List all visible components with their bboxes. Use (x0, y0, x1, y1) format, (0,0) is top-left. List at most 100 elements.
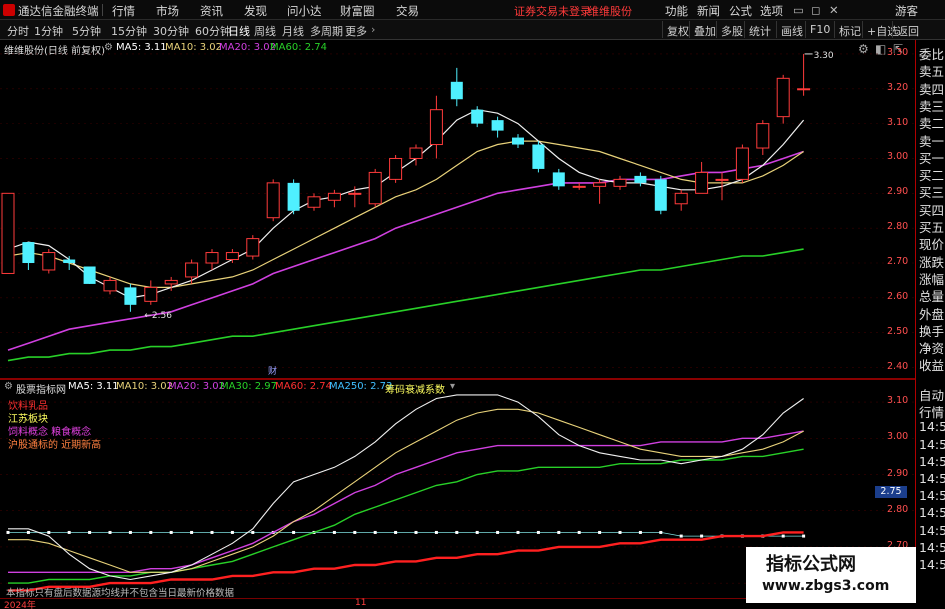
period-5min[interactable]: 5分钟 (72, 23, 101, 39)
candle (368, 168, 382, 208)
period-more[interactable]: 更多 (345, 23, 367, 39)
draw-line-button[interactable]: 画线 (776, 21, 807, 38)
decay-dot (373, 530, 377, 534)
candle-body-down (124, 287, 137, 305)
menu-item-formula[interactable]: 公式 (729, 3, 752, 19)
decay-dot (210, 530, 214, 534)
menu-item-quotes[interactable]: 行情 (112, 3, 135, 19)
mark-button[interactable]: 标记 (834, 21, 865, 38)
period-15min[interactable]: 15分钟 (111, 23, 147, 39)
decay-dot (414, 530, 418, 534)
minimize-icon[interactable]: ▭ (793, 3, 804, 17)
current-value-box: 2.75 (875, 486, 907, 498)
statistics-button[interactable]: 统计 (744, 21, 775, 38)
candle-body-up (368, 171, 382, 205)
candle-body-up (164, 279, 178, 285)
candle-body-up (572, 185, 586, 188)
login-warning[interactable]: 证券交易未登录 (514, 3, 591, 19)
candle (512, 134, 524, 149)
candle-body-up (266, 182, 280, 219)
candle (634, 172, 647, 187)
tick-time-label: 14:5 (919, 557, 945, 572)
quote-field-label: 卖三 (919, 98, 945, 114)
quote-field-label: 净资 (919, 341, 945, 357)
candle-body-up (735, 147, 749, 180)
candle (83, 266, 96, 284)
more-dropdown-icon[interactable]: › (371, 23, 375, 36)
period-60min[interactable]: 60分钟 (195, 23, 231, 39)
watermark-badge: 指标公式网 www.zbgs3.com (746, 547, 916, 603)
candle (532, 141, 545, 173)
date-year-label: 2024年 (4, 601, 36, 609)
period-30min[interactable]: 30分钟 (153, 23, 189, 39)
back-button[interactable]: 返回 (892, 21, 923, 38)
candle-body-down (471, 109, 484, 124)
ind-ma30-line (8, 448, 804, 584)
menu-item-options[interactable]: 选项 (760, 3, 783, 19)
candle (63, 256, 76, 270)
candle-body-up (225, 252, 239, 261)
ma60-line (7, 248, 804, 362)
candle (287, 179, 300, 215)
candle (429, 95, 443, 159)
period-monthly[interactable]: 月线 (282, 23, 304, 39)
quote-field-label: 买三 (919, 185, 945, 201)
indicator-notice: 本指标只有盘后数据源均线并不包含当日最新价格数据 (6, 588, 235, 599)
period-1min[interactable]: 1分钟 (34, 23, 63, 39)
menu-item-discover[interactable]: 发现 (244, 3, 267, 19)
candle (22, 242, 35, 270)
period-intraday[interactable]: 分时 (7, 23, 29, 39)
candle (491, 116, 504, 138)
menu-item-wealth[interactable]: 财富圈 (340, 3, 375, 19)
candle-body-up (348, 192, 362, 195)
candle-body-down (512, 137, 524, 145)
candle-body-up (1, 192, 15, 274)
candle (205, 249, 219, 270)
decay-dot (557, 530, 561, 534)
multi-stock-button[interactable]: 多股 (716, 21, 747, 38)
guest-login[interactable]: 游客 (895, 3, 918, 19)
decay-dot (332, 530, 336, 534)
menu-item-xiaoda[interactable]: 问小达 (287, 3, 322, 19)
price-tick-label: 2.50 (887, 325, 909, 337)
candle (307, 193, 321, 211)
price-tick-label: 3.30 (887, 46, 909, 58)
period-weekly[interactable]: 周线 (254, 23, 276, 39)
period-multi[interactable]: 多周期 (310, 23, 343, 39)
close-icon[interactable]: ✕ (829, 3, 839, 17)
candle-body-up (42, 252, 56, 271)
tick-time-label: 14:5 (919, 539, 945, 555)
menu-item-function[interactable]: 功能 (665, 3, 688, 19)
candle-body-up (246, 238, 260, 257)
menu-item-news[interactable]: 资讯 (200, 3, 223, 19)
tick-time-label: 14:5 (919, 505, 945, 521)
candle-body-up (715, 178, 729, 181)
indicator-tick-label: 2.90 (887, 467, 909, 479)
candle-body-up (756, 123, 770, 149)
decay-line (8, 532, 804, 537)
tick-time-label: 14:5 (919, 436, 945, 452)
tick-time-label: 14:5 (919, 488, 945, 504)
candle-body-up (103, 279, 117, 292)
candle-body-down (552, 172, 565, 187)
indicator-tick-label: 2.80 (887, 503, 909, 515)
candle-body-up (185, 262, 199, 278)
menu-item-trade[interactable]: 交易 (396, 3, 419, 19)
candle-body-up (695, 171, 709, 194)
price-tick-label: 2.60 (887, 290, 909, 302)
menu-item-headlines[interactable]: 新闻 (697, 3, 720, 19)
quote-field-label: 总量 (919, 289, 945, 305)
period-daily[interactable]: 日线 (228, 23, 250, 39)
menu-item-market[interactable]: 市场 (156, 3, 179, 19)
menu-bar: 通达信金融终端 行情 市场 资讯 发现 问小达 财富圈 交易 证券交易未登录 维… (0, 0, 945, 20)
tick-detail-tab[interactable]: 行情 (919, 402, 944, 421)
decay-dot (230, 530, 234, 534)
candlestick-chart[interactable]: 3.30 ←2.56 财 (0, 40, 915, 378)
candle (756, 120, 770, 155)
tick-detail-tab[interactable]: 自动 (919, 385, 944, 404)
decay-dot (638, 530, 642, 534)
decay-dot (47, 530, 51, 534)
f10-button[interactable]: F10 (805, 21, 834, 38)
restore-icon[interactable]: ◻ (811, 3, 821, 17)
price-tick-label: 2.40 (887, 360, 909, 372)
